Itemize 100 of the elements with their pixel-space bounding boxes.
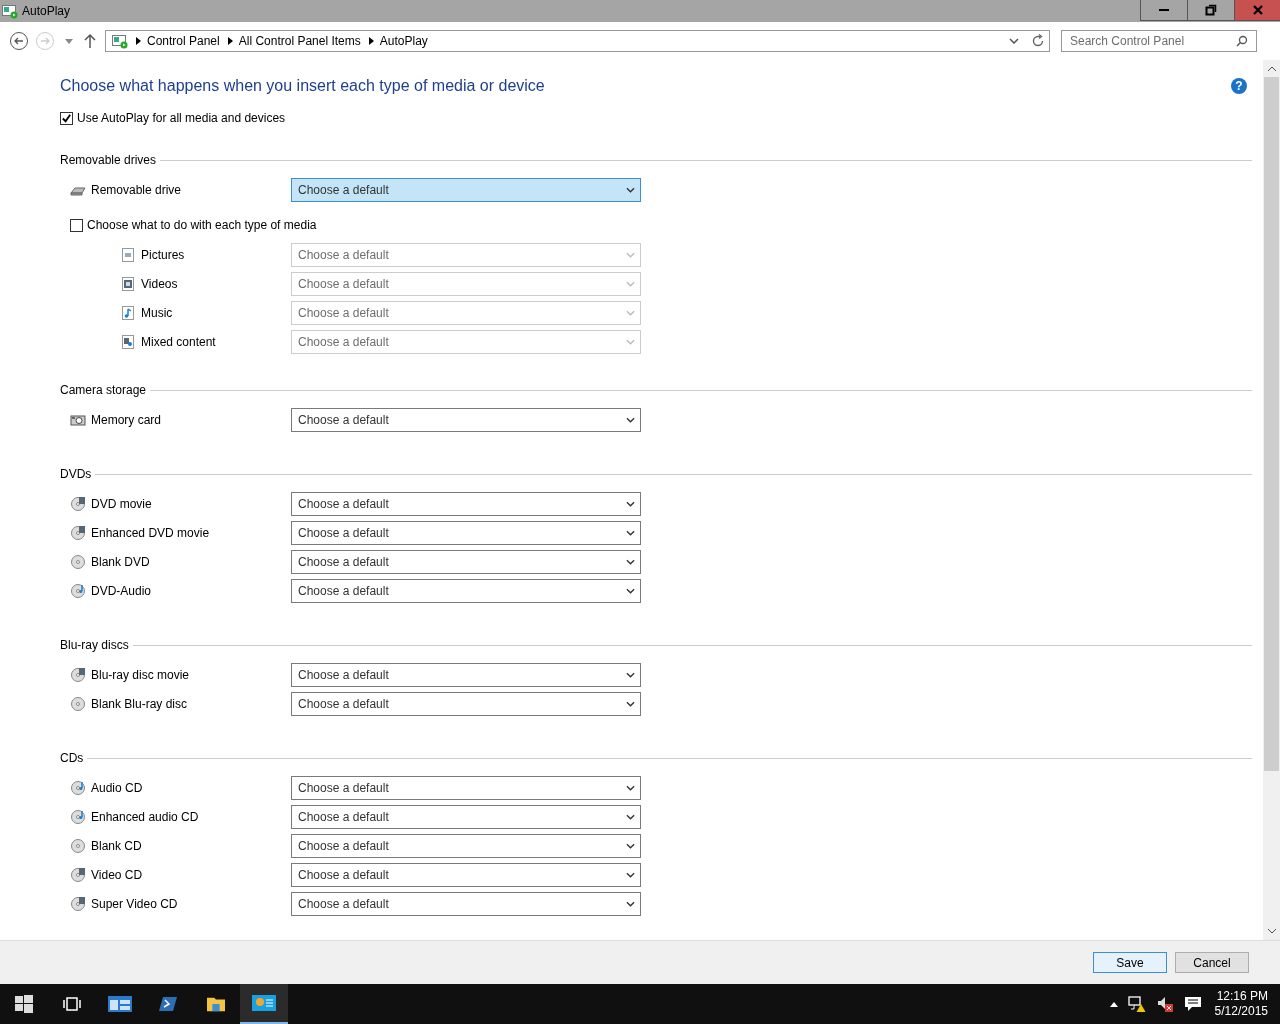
chevron-down-icon	[626, 784, 635, 791]
chevron-down-icon	[626, 416, 635, 423]
checkbox-label[interactable]: Choose what to do with each type of media	[87, 218, 317, 232]
back-button[interactable]	[9, 31, 29, 51]
chevron-down-icon	[626, 900, 635, 907]
breadcrumb-arrow-icon[interactable]	[368, 37, 374, 45]
search-icon	[1236, 35, 1248, 47]
minimize-icon	[1159, 9, 1169, 11]
default-action-dropdown[interactable]: Choose a default	[291, 662, 641, 687]
default-action-dropdown[interactable]: Choose a default	[291, 833, 641, 858]
default-action-dropdown[interactable]: Choose a default	[291, 775, 641, 800]
search-field[interactable]: Search Control Panel	[1061, 30, 1257, 52]
chevron-down-icon	[626, 671, 635, 678]
address-bar[interactable]: Control Panel All Control Panel Items AutoPlay	[105, 30, 1050, 52]
breadcrumb[interactable]: All Control Panel Items	[238, 34, 361, 48]
breadcrumb-arrow-icon[interactable]	[136, 37, 141, 45]
media-type-label: Removable drive	[91, 182, 182, 197]
clock-time[interactable]: 12:16 PM	[1216, 989, 1268, 1004]
disc-icon	[70, 666, 86, 683]
disc-icon	[70, 895, 86, 912]
breadcrumb[interactable]: Control Panel	[147, 34, 220, 48]
checkbox-label[interactable]: Use AutoPlay for all media and devices	[77, 111, 286, 125]
media-type-label: DVD movie	[91, 496, 152, 511]
disc-icon	[70, 837, 86, 854]
disc-icon	[70, 695, 86, 712]
breadcrumb-arrow-icon[interactable]	[227, 37, 233, 45]
media-type-label: Videos	[141, 276, 178, 291]
terminal-prompt-icon	[159, 995, 177, 1013]
refresh-icon[interactable]	[1031, 34, 1045, 48]
default-action-dropdown[interactable]: Choose a default	[291, 549, 641, 574]
page-heading: Choose what happens when you insert each type of media or device	[60, 77, 545, 95]
default-action-dropdown[interactable]: Choose a default	[291, 891, 641, 916]
chevron-down-icon	[626, 700, 635, 707]
breadcrumb[interactable]: AutoPlay	[379, 34, 428, 48]
speaker-muted-icon[interactable]	[1155, 995, 1174, 1013]
dialog-button[interactable]: Cancel	[1175, 952, 1249, 973]
disc-icon	[70, 779, 86, 796]
default-action-dropdown[interactable]: Choose a default	[291, 520, 641, 545]
default-action-dropdown[interactable]: Choose a default	[291, 491, 641, 516]
checkbox[interactable]	[70, 218, 83, 232]
media-type-label: Memory card	[91, 412, 161, 427]
restore-icon	[1205, 4, 1217, 16]
chevron-down-icon	[626, 587, 635, 594]
folder-icon	[207, 995, 225, 1013]
autoplay-app-icon	[112, 33, 128, 49]
media-type-label: Video CD	[91, 867, 143, 882]
scroll-up-icon[interactable]	[1267, 66, 1276, 71]
media-type-label: DVD-Audio	[91, 583, 152, 598]
close-button[interactable]	[1234, 0, 1280, 21]
notifications-icon[interactable]	[1183, 995, 1202, 1013]
clock-date[interactable]: 5/12/2015	[1214, 1004, 1268, 1019]
disc-icon	[70, 495, 86, 512]
media-type-label: Blank Blu-ray disc	[91, 696, 188, 711]
section-heading: CDs	[60, 751, 84, 765]
dialog-button[interactable]: Save	[1093, 952, 1167, 973]
chevron-down-icon	[626, 309, 635, 316]
show-hidden-icons-caret-icon[interactable]	[1109, 1001, 1118, 1007]
chevron-down-icon	[626, 338, 635, 345]
taskbar-button[interactable]	[240, 984, 288, 1024]
default-action-dropdown[interactable]: Choose a default	[291, 691, 641, 716]
chevron-down-icon	[626, 842, 635, 849]
window-title: AutoPlay	[22, 4, 71, 18]
chevron-down-icon	[626, 558, 635, 565]
mixed-file-icon	[120, 333, 136, 350]
chevron-down-icon	[626, 500, 635, 507]
minimize-button[interactable]	[1140, 0, 1187, 21]
network-warning-icon[interactable]	[1127, 995, 1146, 1013]
windows-logo-icon	[15, 995, 33, 1013]
disc-icon	[70, 808, 86, 825]
task-view-icon	[63, 995, 81, 1013]
media-type-label: Super Video CD	[91, 896, 178, 911]
picture-file-icon	[120, 246, 136, 263]
default-action-dropdown[interactable]: Choose a default	[291, 804, 641, 829]
media-type-label: Blu-ray disc movie	[91, 667, 190, 682]
chevron-down-icon	[626, 186, 635, 193]
close-icon	[1251, 4, 1264, 16]
default-action-dropdown[interactable]: Choose a default	[291, 862, 641, 887]
history-dropdown-icon[interactable]	[1009, 38, 1019, 44]
section-heading: Blu-ray discs	[60, 638, 129, 652]
chevron-down-icon	[626, 251, 635, 258]
section-heading: Camera storage	[60, 383, 147, 397]
help-button[interactable]: ?	[1231, 78, 1247, 94]
control-panel-icon	[252, 994, 276, 1012]
default-action-dropdown[interactable]: Choose a default	[291, 578, 641, 603]
media-type-label: Mixed content	[141, 334, 216, 349]
recent-pages-caret-icon[interactable]	[65, 38, 73, 44]
scroll-down-icon[interactable]	[1267, 929, 1276, 934]
default-action-dropdown[interactable]: Choose a default	[291, 407, 641, 432]
scrollbar-thumb[interactable]	[1264, 77, 1279, 771]
disc-icon	[70, 553, 86, 570]
default-action-dropdown[interactable]: Choose a default	[291, 177, 641, 202]
disc-icon	[70, 524, 86, 541]
chevron-down-icon	[626, 280, 635, 287]
media-type-label: Pictures	[141, 247, 185, 262]
chevron-down-icon	[626, 871, 635, 878]
up-arrow-icon[interactable]	[83, 33, 97, 49]
music-file-icon	[120, 304, 136, 321]
disc-icon	[70, 866, 86, 883]
media-type-label: Audio CD	[91, 780, 143, 795]
checkbox[interactable]	[60, 111, 73, 125]
